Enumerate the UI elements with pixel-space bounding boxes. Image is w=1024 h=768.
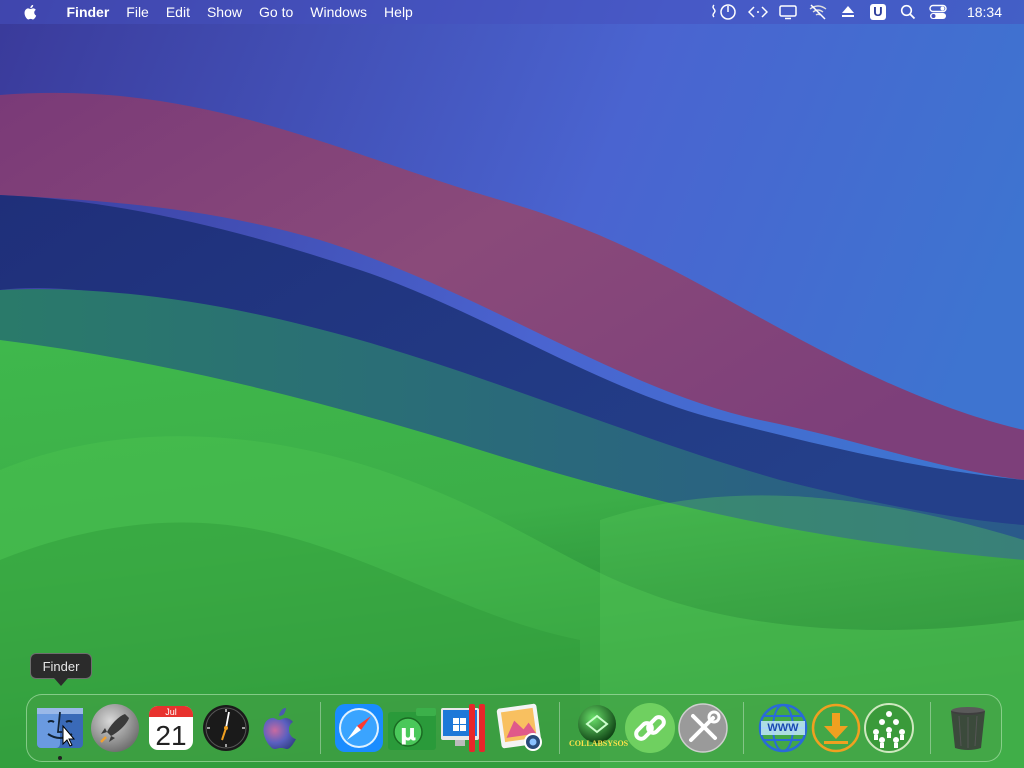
- menu-help[interactable]: Help: [376, 0, 422, 24]
- display-icon[interactable]: [778, 3, 798, 21]
- menu-show[interactable]: Show: [198, 0, 250, 24]
- dock-finder[interactable]: [34, 702, 86, 754]
- finder-icon: [37, 708, 83, 748]
- menu-edit[interactable]: Edit: [157, 0, 198, 24]
- dock-clock[interactable]: [200, 702, 252, 754]
- menu-file[interactable]: File: [118, 0, 158, 24]
- dock-calendar[interactable]: Jul 21: [145, 702, 197, 754]
- utorrent-icon: μ: [388, 708, 436, 750]
- desktop-wallpaper: [0, 0, 1024, 768]
- dock-collabsysos[interactable]: COLLABSYSOS: [569, 702, 629, 754]
- wrench-screwdriver-icon: [678, 703, 728, 753]
- dock-safari[interactable]: [333, 702, 385, 754]
- dock-utilities[interactable]: [677, 702, 729, 754]
- eject-icon[interactable]: [838, 3, 858, 21]
- spotlight-search-icon[interactable]: [898, 3, 918, 21]
- dock-preview[interactable]: [493, 702, 545, 754]
- finder-running-indicator: [58, 756, 62, 760]
- menu-go-to[interactable]: Go to: [251, 0, 302, 24]
- power-timer-icon[interactable]: [710, 3, 738, 21]
- svg-text:μ: μ: [400, 721, 416, 746]
- menu-windows[interactable]: Windows: [302, 0, 376, 24]
- trash-icon: [951, 707, 985, 750]
- dock-network-app[interactable]: [863, 702, 915, 754]
- wifi-off-icon[interactable]: [808, 3, 828, 21]
- preview-photos-icon: [496, 703, 542, 751]
- dock-separator: [743, 702, 744, 754]
- dock-tooltip: Finder: [30, 653, 92, 679]
- dock-utorrent[interactable]: μ: [386, 702, 438, 754]
- code-brackets-icon[interactable]: [747, 3, 768, 21]
- parallels-windows-icon: [441, 704, 485, 752]
- dock-separator: [320, 702, 321, 754]
- dock-link-app[interactable]: [624, 702, 676, 754]
- dock-www-globe[interactable]: WWW: [757, 702, 809, 754]
- u-app-icon[interactable]: U: [868, 3, 888, 21]
- dock-separator: [930, 702, 931, 754]
- menu-clock[interactable]: 18:34: [967, 4, 1002, 20]
- control-center-icon[interactable]: [928, 3, 948, 21]
- dock-launchpad[interactable]: [89, 702, 141, 754]
- u-app-badge: U: [869, 4, 886, 20]
- dock-apple-app[interactable]: [254, 702, 306, 754]
- safari-compass-icon: [335, 704, 383, 752]
- download-arrow-icon: [811, 703, 861, 753]
- dock-separator: [559, 702, 560, 754]
- rocket-icon: [91, 704, 139, 752]
- dock-parallels[interactable]: [439, 702, 491, 754]
- dock-trash[interactable]: [942, 702, 994, 754]
- dock-tooltip-arrow: [54, 678, 68, 686]
- www-label: WWW: [767, 722, 799, 734]
- calendar-day: 21: [155, 720, 187, 751]
- dock-downloader[interactable]: [810, 702, 862, 754]
- clock-icon: [203, 705, 249, 751]
- apple-logo-icon: [263, 708, 296, 749]
- apple-menu-icon[interactable]: [22, 3, 40, 21]
- menu-app-finder[interactable]: Finder: [58, 0, 118, 24]
- menu-bar: Finder File Edit Show Go to Windows Help…: [0, 0, 1024, 24]
- people-network-icon: [864, 703, 914, 753]
- chain-link-icon: [625, 703, 675, 753]
- calendar-month: Jul: [165, 707, 177, 717]
- collabsysos-label: COLLABSYSOS: [569, 739, 629, 748]
